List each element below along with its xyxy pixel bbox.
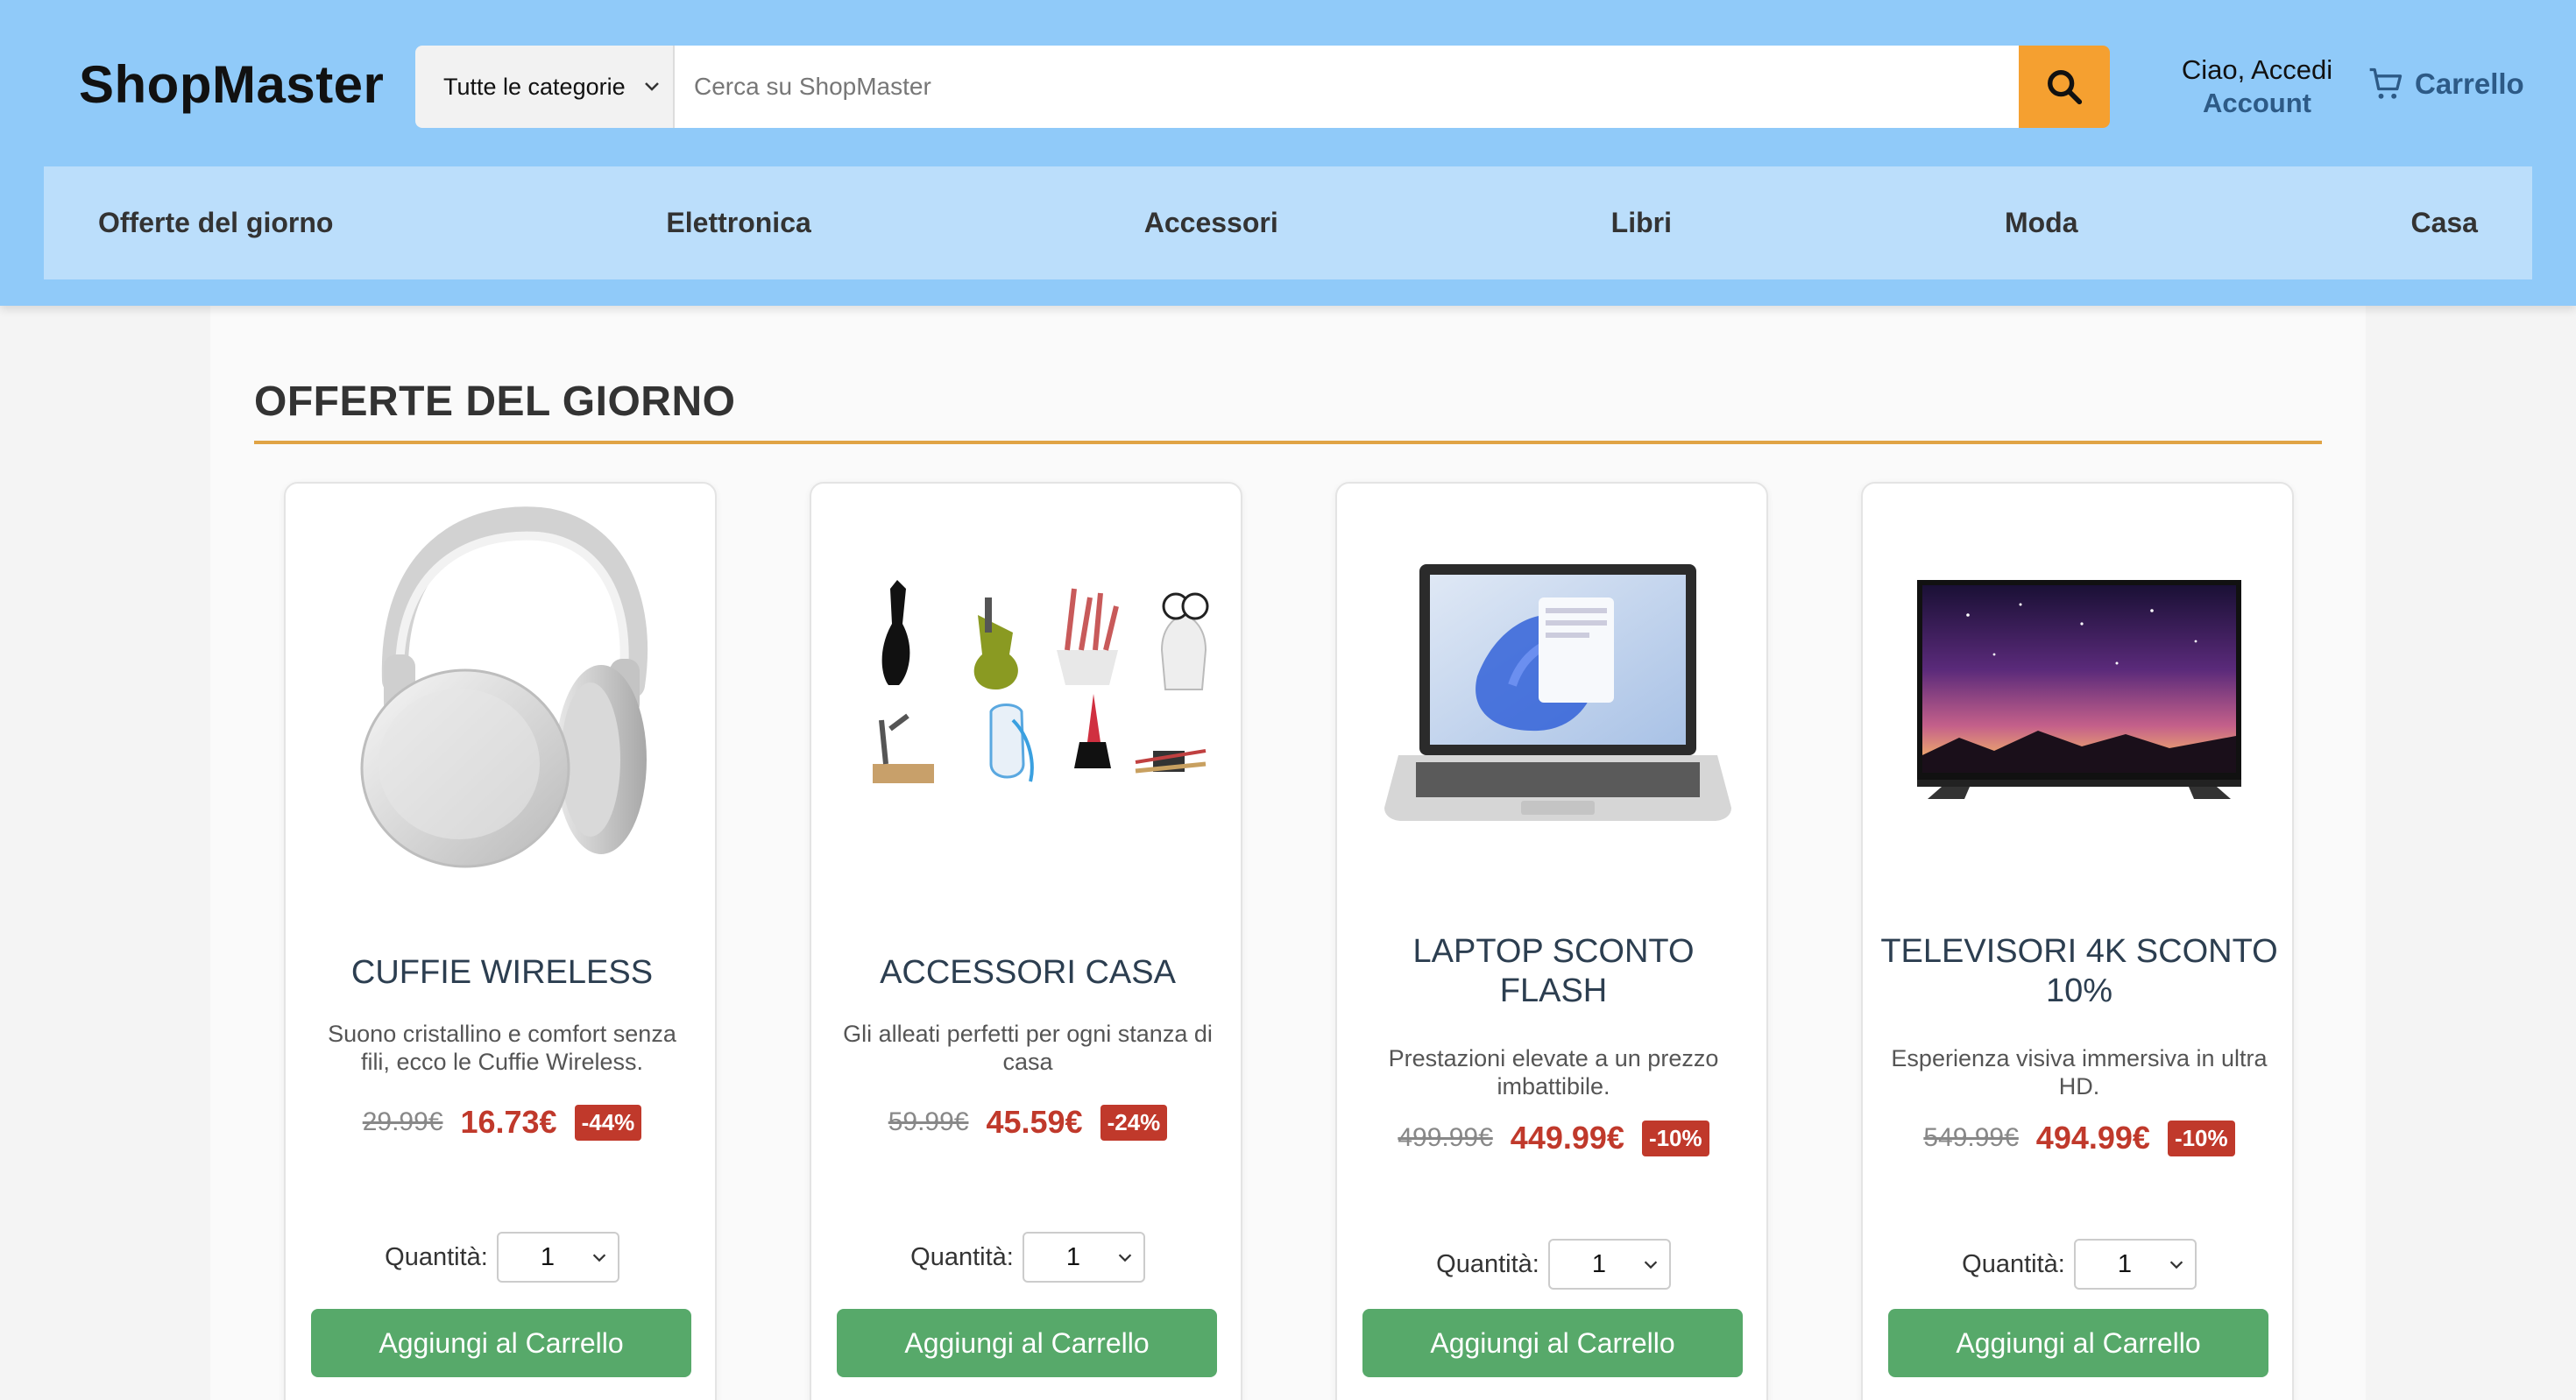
discount-badge: -10% <box>1641 1120 1709 1156</box>
account-link[interactable]: Account <box>2176 88 2338 119</box>
television-image <box>1917 580 2241 799</box>
price-row: 549.99€ 494.99€ -10% <box>1863 1120 2296 1156</box>
add-to-cart-button[interactable]: Aggiungi al Carrello <box>1888 1309 2268 1377</box>
quantity-row: Quantità: 1 <box>1863 1239 2296 1290</box>
quantity-value: 1 <box>1591 1250 1606 1278</box>
quantity-row: Quantità: 1 <box>811 1232 1244 1283</box>
quantity-label: Quantità: <box>385 1242 488 1271</box>
nav-item-moda[interactable]: Moda <box>2005 207 2078 239</box>
section-divider <box>254 441 2322 444</box>
product-title[interactable]: CUFFIE WIRELESS <box>303 953 701 993</box>
old-price: 499.99€ <box>1398 1123 1493 1152</box>
kitchen-accessories-image <box>873 580 1209 783</box>
quantity-value: 1 <box>540 1243 555 1271</box>
quantity-select[interactable]: 1 <box>2073 1239 2197 1290</box>
quantity-label: Quantità: <box>910 1242 1014 1271</box>
add-to-cart-button[interactable]: Aggiungi al Carrello <box>311 1309 691 1377</box>
new-price: 494.99€ <box>2035 1120 2150 1156</box>
header: ShopMaster Tutte le categorie Ciao, Acce… <box>0 0 2576 306</box>
category-select-label: Tutte le categorie <box>443 73 626 100</box>
add-to-cart-button[interactable]: Aggiungi al Carrello <box>1362 1309 1743 1377</box>
new-price: 449.99€ <box>1510 1120 1624 1156</box>
old-price: 29.99€ <box>362 1107 443 1136</box>
product-card: TELEVISORI 4K SCONTO 10% Esperienza visi… <box>1861 482 2294 1400</box>
add-to-cart-button[interactable]: Aggiungi al Carrello <box>837 1309 1217 1377</box>
nav-item-libri[interactable]: Libri <box>1611 207 1672 239</box>
quantity-label: Quantità: <box>1962 1249 2065 1278</box>
product-description: Suono cristallino e comfort senza fili, … <box>328 1021 676 1075</box>
chevron-down-icon <box>645 82 659 91</box>
cart-button[interactable]: Carrello <box>2366 65 2524 103</box>
product-title[interactable]: TELEVISORI 4K SCONTO 10% <box>1880 932 2278 1011</box>
quantity-select[interactable]: 1 <box>1022 1232 1145 1283</box>
main-content: OFFERTE DEL GIORNO CUFFIE WIRELESS Suono… <box>210 306 2366 1400</box>
nav-item-elettronica[interactable]: Elettronica <box>666 207 810 239</box>
product-title[interactable]: ACCESSORI CASA <box>829 953 1227 993</box>
category-nav: Offerte del giorno Elettronica Accessori… <box>44 166 2532 279</box>
discount-badge: -44% <box>574 1104 642 1141</box>
laptop-image <box>1384 564 1731 821</box>
cart-label: Carrello <box>2415 67 2524 100</box>
nav-item-accessori[interactable]: Accessori <box>1144 207 1278 239</box>
old-price: 549.99€ <box>1923 1123 2019 1152</box>
price-row: 499.99€ 449.99€ -10% <box>1337 1120 1770 1156</box>
new-price: 16.73€ <box>460 1104 557 1140</box>
cart-icon <box>2369 67 2403 99</box>
chevron-down-icon <box>2169 1261 2183 1269</box>
product-card: LAPTOP SCONTO FLASH Prestazioni elevate … <box>1335 482 1768 1400</box>
product-card: CUFFIE WIRELESS Suono cristallino e comf… <box>284 482 717 1400</box>
quantity-row: Quantità: 1 <box>1337 1239 1770 1290</box>
category-select[interactable]: Tutte le categorie <box>415 46 675 128</box>
discount-badge: -10% <box>2167 1120 2235 1156</box>
quantity-select[interactable]: 1 <box>1547 1239 1671 1290</box>
search-bar: Tutte le categorie <box>415 46 2110 128</box>
discount-badge: -24% <box>1100 1104 1168 1141</box>
search-input[interactable] <box>675 46 2019 128</box>
headphones-image <box>360 506 648 868</box>
quantity-label: Quantità: <box>1436 1249 1539 1278</box>
quantity-row: Quantità: 1 <box>286 1232 718 1283</box>
new-price: 45.59€ <box>986 1104 1083 1140</box>
search-icon <box>2048 70 2083 105</box>
section-title: OFFERTE DEL GIORNO <box>254 378 736 425</box>
nav-item-offerte[interactable]: Offerte del giorno <box>98 207 333 239</box>
quantity-value: 1 <box>2117 1250 2132 1278</box>
chevron-down-icon <box>592 1254 606 1262</box>
product-description: Prestazioni elevate a un prezzo imbattib… <box>1388 1045 1719 1099</box>
quantity-select[interactable]: 1 <box>496 1232 619 1283</box>
price-row: 29.99€ 16.73€ -44% <box>286 1104 718 1141</box>
old-price: 59.99€ <box>888 1107 969 1136</box>
search-button[interactable] <box>2019 46 2110 128</box>
product-card: ACCESSORI CASA Gli alleati perfetti per … <box>810 482 1242 1400</box>
account-greeting: Ciao, Accedi <box>2181 54 2333 85</box>
product-description: Gli alleati perfetti per ogni stanza di … <box>843 1021 1213 1075</box>
site-logo[interactable]: ShopMaster <box>79 54 384 115</box>
chevron-down-icon <box>1644 1261 1658 1269</box>
nav-item-casa[interactable]: Casa <box>2410 207 2478 239</box>
product-description: Esperienza visiva immersiva in ultra HD. <box>1891 1045 2268 1099</box>
price-row: 59.99€ 45.59€ -24% <box>811 1104 1244 1141</box>
product-title[interactable]: LAPTOP SCONTO FLASH <box>1355 932 1752 1011</box>
account-menu[interactable]: Ciao, Accedi Account <box>2176 54 2338 119</box>
chevron-down-icon <box>1118 1254 1132 1262</box>
quantity-value: 1 <box>1065 1243 1080 1271</box>
